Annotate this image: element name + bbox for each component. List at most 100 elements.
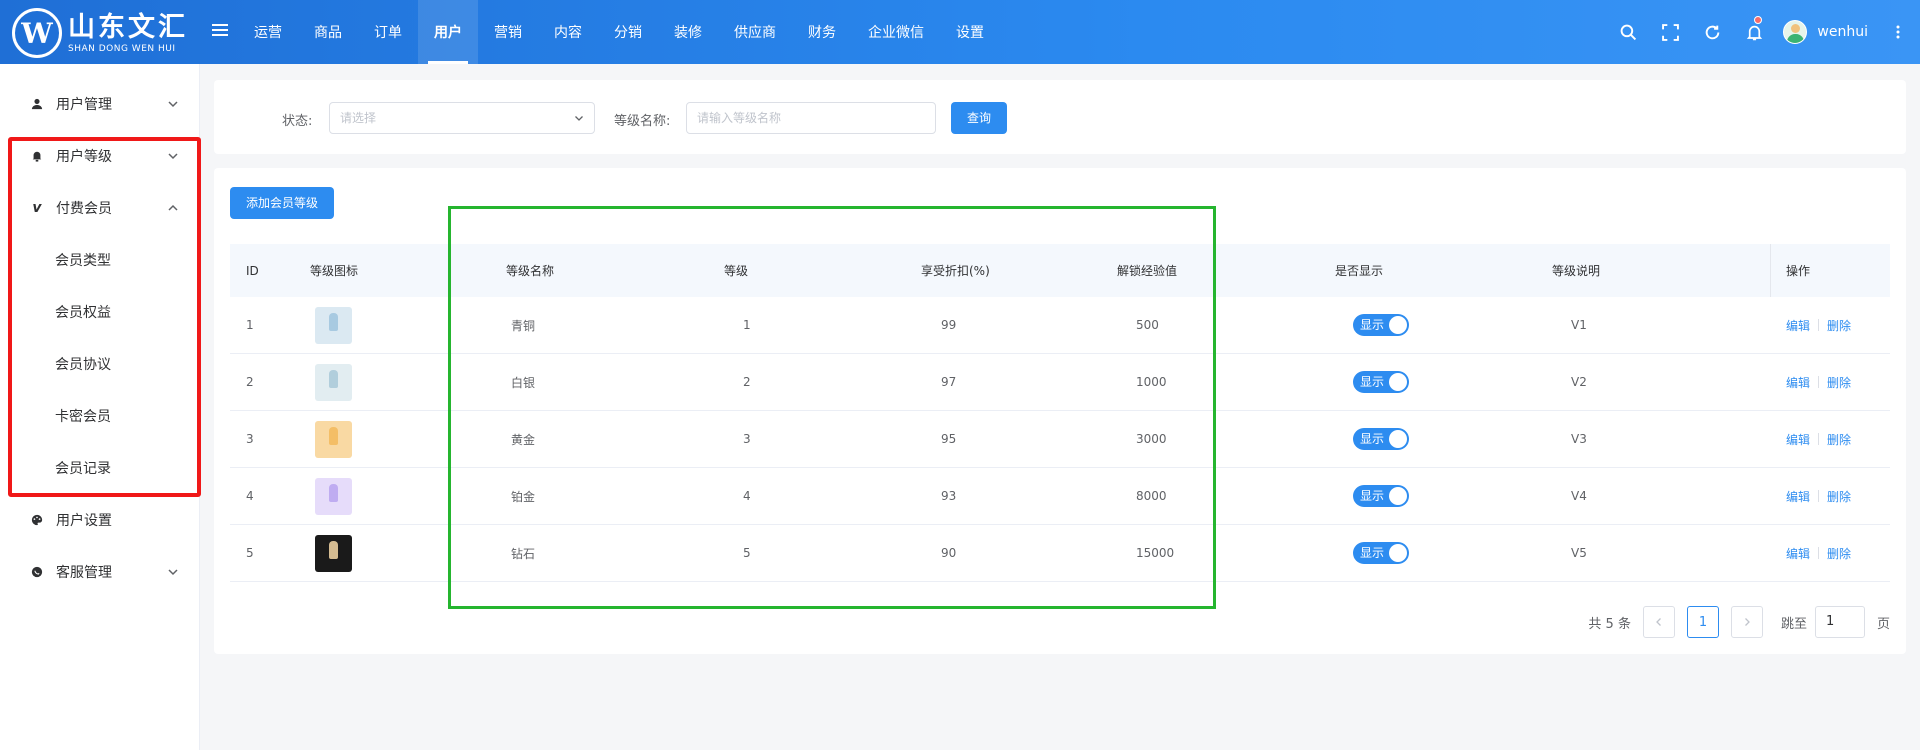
sidebar-subitem-member-agreement[interactable]: 会员协议 [0,338,199,390]
cell-level: 4 [743,489,751,503]
level-icon-image [315,534,352,572]
delete-link[interactable]: 删除 [1827,545,1851,562]
query-button[interactable]: 查询 [951,102,1007,134]
cell-id: 4 [246,489,254,503]
nav-item-products[interactable]: 商品 [298,0,358,64]
nav-item-content[interactable]: 内容 [538,0,598,64]
jump-page-input[interactable]: 1 [1814,606,1865,638]
delete-link[interactable]: 删除 [1827,374,1851,391]
sidebar-item-user-management[interactable]: 用户管理 [0,78,199,130]
nav-item-ops[interactable]: 运营 [238,0,298,64]
nav-item-wecom[interactable]: 企业微信 [852,0,940,64]
show-toggle[interactable]: 显示 [1353,314,1409,336]
nav-item-decoration[interactable]: 装修 [658,0,718,64]
search-icon[interactable] [1607,0,1649,64]
logo[interactable]: W 山东文汇 SHAN DONG WEN HUI [12,7,202,59]
refresh-icon[interactable] [1691,0,1733,64]
nav-item-distribution[interactable]: 分销 [598,0,658,64]
cell-exp: 8000 [1136,489,1167,503]
nav-item-marketing[interactable]: 营销 [478,0,538,64]
show-toggle[interactable]: 显示 [1353,485,1409,507]
table-row: 1 青铜 1 99 500 显示 V1 编辑 删除 [230,297,1890,354]
pagination-total: 共 5 条 [1588,616,1631,632]
edit-link[interactable]: 编辑 [1786,374,1810,391]
next-page-button[interactable] [1730,606,1763,638]
sidebar-subitem-card-member[interactable]: 卡密会员 [0,390,199,442]
bell-icon[interactable] [1733,0,1775,64]
sidebar-subitem-member-type[interactable]: 会员类型 [0,234,199,286]
chat-icon [30,565,44,579]
column-header: 等级说明 [1552,264,1601,278]
cell-level: 1 [743,318,751,332]
cell-discount: 93 [941,489,957,503]
cell-level: 5 [743,546,751,560]
table-row: 3 黄金 3 95 3000 显示 V3 编辑 删除 [230,411,1890,468]
cell-exp: 500 [1136,318,1159,332]
level-name-label: 等级名称: [614,114,671,129]
cell-level-name: 青铜 [511,318,536,333]
show-toggle[interactable]: 显示 [1353,371,1409,393]
sidebar-subitem-member-records[interactable]: 会员记录 [0,442,199,494]
chevron-down-icon [168,569,178,576]
delete-link[interactable]: 删除 [1827,488,1851,505]
sidebar-item-label: 用户等级 [56,149,112,165]
logo-title: 山东文汇 [68,11,188,43]
avatar[interactable] [1783,20,1808,44]
nav-item-supplier[interactable]: 供应商 [718,0,792,64]
delete-link[interactable]: 删除 [1827,317,1851,334]
level-icon-image [315,306,352,344]
cell-id: 1 [246,318,254,332]
cell-description: V3 [1571,432,1587,446]
cell-description: V1 [1571,318,1587,332]
show-toggle-label: 显示 [1360,432,1385,446]
page-suffix: 页 [1876,616,1890,632]
nav-item-users[interactable]: 用户 [418,0,478,64]
sidebar-subitem-member-rights[interactable]: 会员权益 [0,286,199,338]
level-icon-image [315,477,352,515]
edit-link[interactable]: 编辑 [1786,545,1810,562]
sidebar-item-user-level[interactable]: 用户等级 [0,130,199,182]
status-select[interactable]: 请选择 [329,102,595,134]
fullscreen-icon[interactable] [1649,0,1691,64]
more-icon[interactable] [1888,0,1908,64]
logo-subtitle: SHAN DONG WEN HUI [68,43,176,54]
edit-link[interactable]: 编辑 [1786,431,1810,448]
nav-item-orders[interactable]: 订单 [358,0,418,64]
cell-description: V2 [1571,375,1587,389]
sidebar-item-paid-member[interactable]: v 付费会员 [0,182,199,234]
edit-link[interactable]: 编辑 [1786,317,1810,334]
show-toggle[interactable]: 显示 [1353,428,1409,450]
username[interactable]: wenhui [1817,24,1868,40]
cell-level-name: 钻石 [511,546,536,561]
top-header: W 山东文汇 SHAN DONG WEN HUI 运营 商品 订单 用户 营销 … [0,0,1920,64]
sidebar-item-user-settings[interactable]: 用户设置 [0,494,199,546]
cell-discount: 95 [941,432,957,446]
edit-link[interactable]: 编辑 [1786,488,1810,505]
sidebar-item-label: 用户管理 [56,97,112,113]
add-member-level-button[interactable]: 添加会员等级 [230,187,334,219]
cell-level: 2 [743,375,751,389]
page-number-button[interactable]: 1 [1686,606,1719,638]
nav-item-finance[interactable]: 财务 [792,0,852,64]
show-toggle[interactable]: 显示 [1353,542,1409,564]
level-icon-image [315,420,352,458]
cell-level-name: 铂金 [511,489,536,504]
sidebar-item-customer-service[interactable]: 客服管理 [0,546,199,598]
vimeo-icon: v [32,200,42,216]
column-divider [1770,244,1771,297]
sidebar-item-label: 付费会员 [56,201,112,217]
cell-level: 3 [743,432,751,446]
level-name-input[interactable]: 请输入等级名称 [686,102,936,134]
nav-item-settings[interactable]: 设置 [940,0,1000,64]
delete-link[interactable]: 删除 [1827,431,1851,448]
status-select-placeholder: 请选择 [340,111,377,125]
prev-page-button[interactable] [1642,606,1675,638]
member-level-table: ID 等级图标 等级名称 等级 享受折扣(%) 解锁经验值 是否显示 等级说明 … [230,244,1890,582]
menu-toggle-icon[interactable] [212,24,228,38]
show-toggle-label: 显示 [1360,375,1385,389]
sidebar-item-label: 客服管理 [56,565,112,581]
column-header: 操作 [1786,264,1811,278]
cell-exp: 15000 [1136,546,1175,560]
cell-id: 2 [246,375,254,389]
logo-mark: W [12,8,62,58]
